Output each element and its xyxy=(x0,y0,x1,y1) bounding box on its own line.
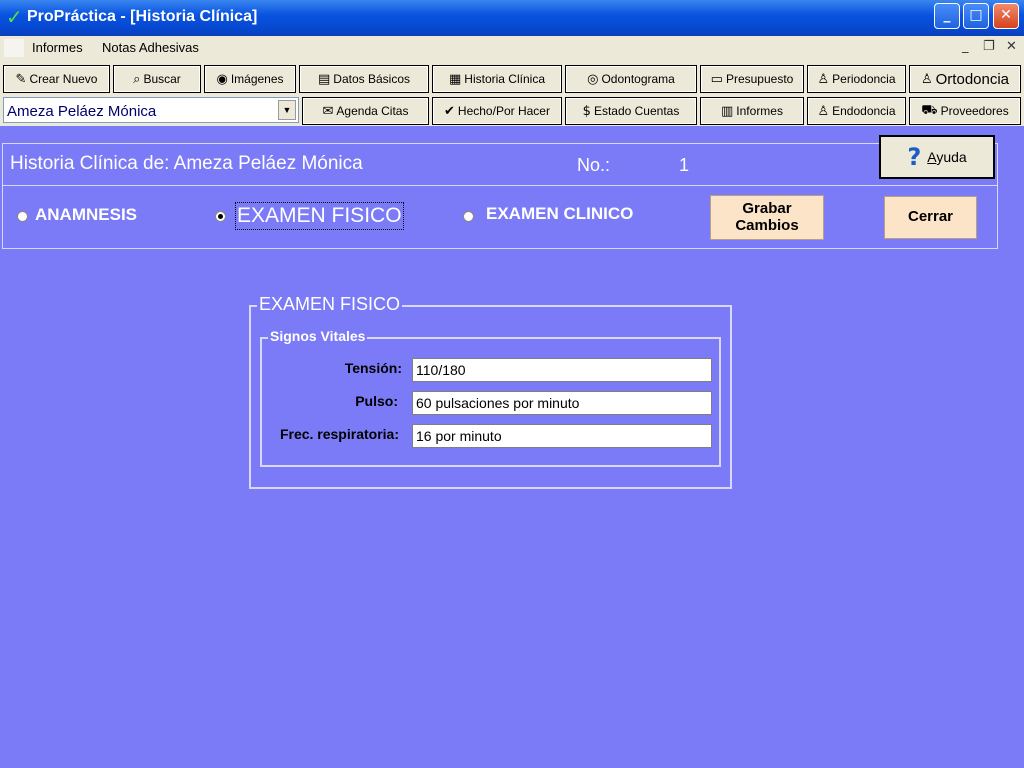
radio-anamnesis[interactable] xyxy=(17,211,28,222)
mdi-restore-button[interactable]: ❐ xyxy=(983,39,995,54)
frec-respiratoria-label: Frec. respiratoria: xyxy=(279,426,399,442)
endodoncia-label: Endodoncia xyxy=(832,104,896,118)
proveedores-label: Proveedores xyxy=(940,104,1009,118)
ayuda-accelerator: A xyxy=(927,149,937,165)
presupuesto-label: Presupuesto xyxy=(725,72,794,86)
money-icon: $ xyxy=(582,103,591,119)
proveedores-button[interactable]: ⛟ Proveedores xyxy=(909,97,1021,125)
datos-basicos-button[interactable]: ▤ Datos Básicos xyxy=(299,65,429,93)
document-icon[interactable] xyxy=(4,39,24,57)
menu-informes[interactable]: Informes xyxy=(32,40,83,55)
mdi-close-button[interactable]: ✕ xyxy=(1006,39,1017,54)
folder-icon: ▦ xyxy=(449,71,462,87)
odontogram-icon: ◎ xyxy=(587,71,599,87)
ayuda-label-rest: yuda xyxy=(936,149,967,165)
datos-basicos-label: Datos Básicos xyxy=(333,72,410,86)
pulso-label: Pulso: xyxy=(355,393,398,409)
imagenes-label: Imágenes xyxy=(230,72,284,86)
mdi-minimize-button[interactable]: _ xyxy=(962,39,969,54)
buscar-button[interactable]: ⌕ Buscar xyxy=(113,65,201,93)
periodoncia-label: Periodoncia xyxy=(832,72,896,86)
signos-vitales-legend: Signos Vitales xyxy=(268,328,368,344)
historia-clinica-button[interactable]: ▦ Historia Clínica xyxy=(432,65,562,93)
calculator-icon: ▭ xyxy=(710,71,723,87)
frec-respiratoria-input[interactable]: 16 por minuto xyxy=(412,424,712,448)
app-check-icon: ✓ xyxy=(6,5,23,29)
historia-number-label: No.: xyxy=(577,155,611,175)
radio-examen-fisico[interactable] xyxy=(215,211,226,222)
endodoncia-button[interactable]: ♙ Endodoncia xyxy=(807,97,906,125)
tooth-icon: ♙ xyxy=(817,71,830,87)
camera-icon: ◉ xyxy=(216,71,228,87)
ayuda-button[interactable]: ? Ayuda xyxy=(879,135,995,179)
crear-nuevo-button[interactable]: ✎ Crear Nuevo xyxy=(3,65,110,93)
presupuesto-button[interactable]: ▭ Presupuesto xyxy=(700,65,804,93)
window-title: ProPráctica - [Historia Clínica] xyxy=(27,8,258,25)
tooth-root-icon: ♙ xyxy=(817,103,830,119)
tension-input[interactable]: 110/180 xyxy=(412,358,712,382)
ayuda-label: Ayuda xyxy=(927,149,966,165)
radio-examen-fisico-label[interactable]: EXAMEN FISICO xyxy=(235,202,404,230)
pulso-input[interactable]: 60 pulsaciones por minuto xyxy=(412,391,712,415)
buscar-label: Buscar xyxy=(143,72,181,86)
header-divider xyxy=(3,185,997,186)
patient-select[interactable]: Ameza Peláez Mónica ▼ xyxy=(3,97,299,123)
historia-clinica-label: Historia Clínica xyxy=(464,72,545,86)
ortodoncia-label: Ortodoncia xyxy=(935,70,1010,88)
radio-examen-clinico[interactable] xyxy=(463,211,474,222)
checkmark-icon: ✔ xyxy=(444,103,455,119)
agenda-citas-button[interactable]: ✉ Agenda Citas xyxy=(302,97,429,125)
truck-icon: ⛟ xyxy=(921,102,938,118)
help-icon: ? xyxy=(907,143,922,171)
chevron-down-icon[interactable]: ▼ xyxy=(278,100,296,120)
title-bar: ✓ ProPráctica - [Historia Clínica] _ □ ✕ xyxy=(0,0,1024,36)
tooth-braces-icon: ♙ xyxy=(920,71,933,87)
tension-label: Tensión: xyxy=(344,360,402,376)
grabar-cambios-button[interactable]: Grabar Cambios xyxy=(710,195,824,240)
calendar-icon: ✉ xyxy=(322,103,334,119)
estado-cuentas-label: Estado Cuentas xyxy=(593,104,680,118)
hecho-por-hacer-button[interactable]: ✔ Hecho/Por Hacer xyxy=(432,97,562,125)
historia-number-value: 1 xyxy=(679,155,690,175)
maximize-button[interactable]: □ xyxy=(963,3,989,29)
ortodoncia-button[interactable]: ♙ Ortodoncia xyxy=(909,65,1021,93)
report-icon: ▥ xyxy=(721,103,734,119)
close-button[interactable]: ✕ xyxy=(993,3,1019,29)
hecho-por-hacer-label: Hecho/Por Hacer xyxy=(457,104,550,118)
grabar-label-line1: Grabar xyxy=(742,200,792,217)
periodoncia-button[interactable]: ♙ Periodoncia xyxy=(807,65,906,93)
minimize-button[interactable]: _ xyxy=(934,3,960,29)
binoculars-icon: ⌕ xyxy=(133,71,141,87)
historia-title: Historia Clínica de: Ameza Peláez Mónica xyxy=(10,153,363,174)
crear-nuevo-label: Crear Nuevo xyxy=(29,72,98,86)
pencil-icon: ✎ xyxy=(15,71,27,87)
menu-bar: Informes Notas Adhesivas _ ❐ ✕ xyxy=(0,36,1024,60)
estado-cuentas-button[interactable]: $ Estado Cuentas xyxy=(565,97,697,125)
grabar-label-line2: Cambios xyxy=(735,217,799,234)
odontograma-button[interactable]: ◎ Odontograma xyxy=(565,65,697,93)
patient-select-value: Ameza Peláez Mónica xyxy=(7,103,157,120)
cerrar-button[interactable]: Cerrar xyxy=(884,196,977,239)
agenda-citas-label: Agenda Citas xyxy=(336,104,409,118)
examen-fisico-legend: EXAMEN FISICO xyxy=(257,294,403,315)
odontograma-label: Odontograma xyxy=(601,72,675,86)
informes-label: Informes xyxy=(736,104,783,118)
informes-button[interactable]: ▥ Informes xyxy=(700,97,804,125)
id-card-icon: ▤ xyxy=(318,71,331,87)
menu-notas-adhesivas[interactable]: Notas Adhesivas xyxy=(102,40,199,55)
radio-examen-clinico-label[interactable]: EXAMEN CLINICO xyxy=(486,204,633,224)
radio-anamnesis-label[interactable]: ANAMNESIS xyxy=(35,205,137,225)
imagenes-button[interactable]: ◉ Imágenes xyxy=(204,65,296,93)
